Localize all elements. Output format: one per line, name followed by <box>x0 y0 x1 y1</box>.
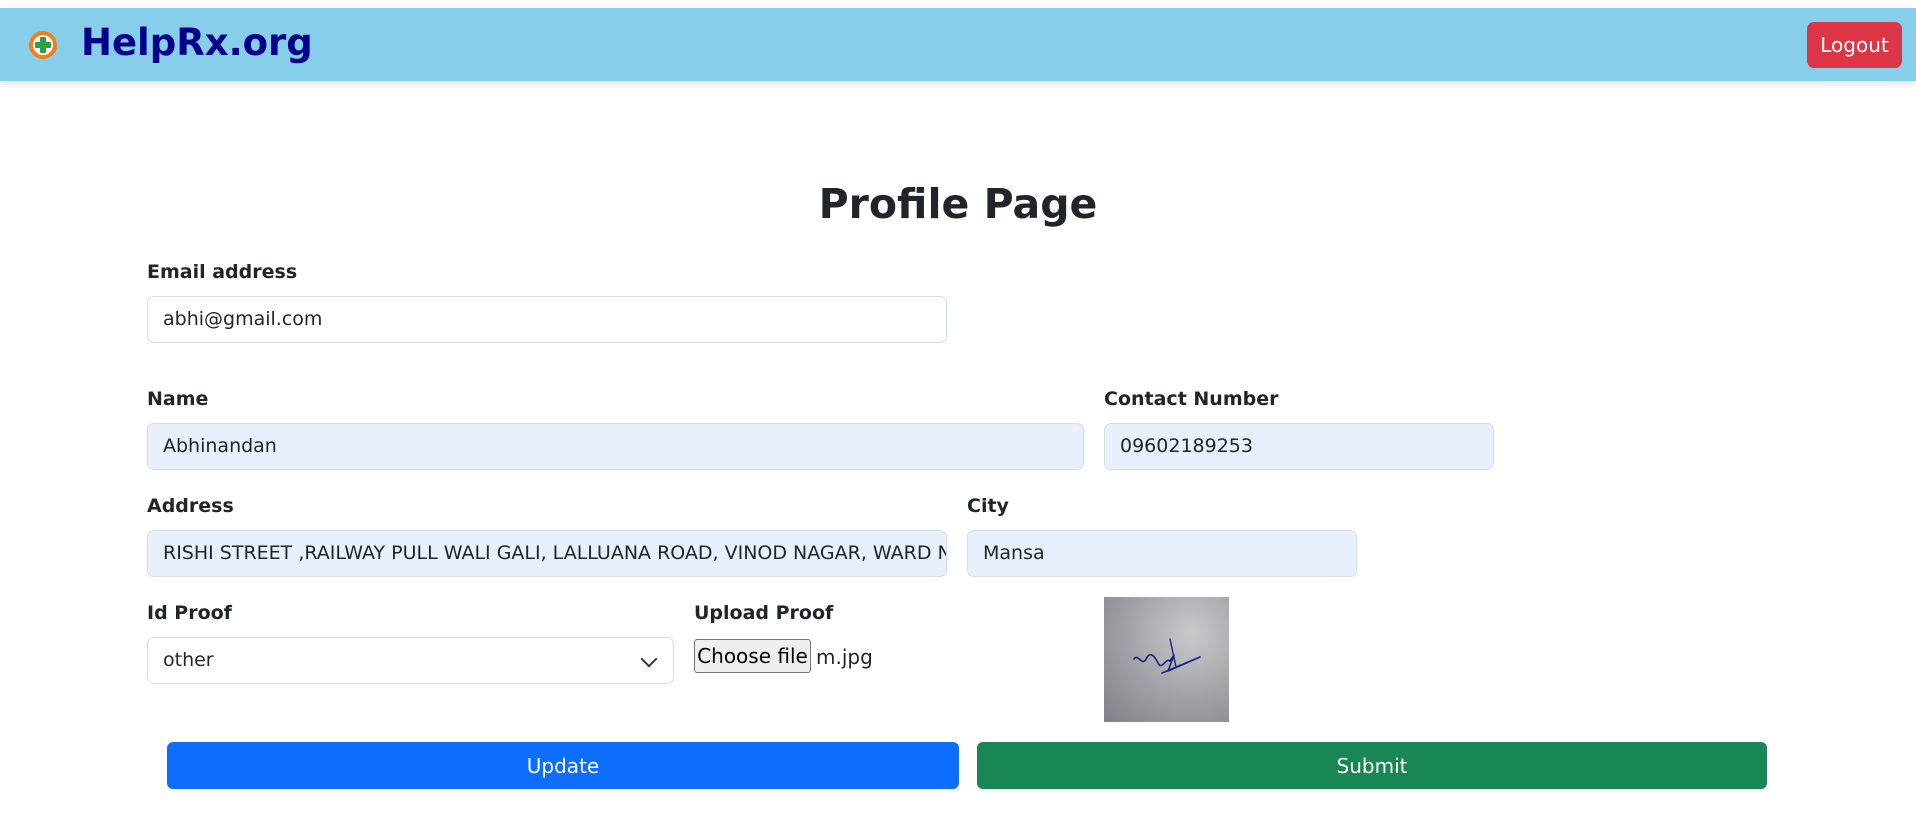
id-proof-select[interactable]: other <box>147 637 674 684</box>
submit-button[interactable]: Submit <box>977 742 1767 789</box>
email-label: Email address <box>147 261 298 283</box>
signature-drawing <box>1133 638 1201 674</box>
contact-number-label: Contact Number <box>1104 388 1279 410</box>
id-proof-label: Id Proof <box>147 602 232 624</box>
address-label: Address <box>147 495 234 517</box>
uploaded-file-name: m.jpg <box>816 645 873 669</box>
city-label: City <box>967 495 1009 517</box>
brand-title[interactable]: HelpRx.org <box>81 20 313 66</box>
page-title: Profile Page <box>818 180 1098 228</box>
address-field[interactable]: RISHI STREET ,RAILWAY PULL WALI GALI, LA… <box>147 530 947 577</box>
proof-image-preview <box>1104 597 1229 722</box>
city-field[interactable]: Mansa <box>967 530 1357 577</box>
top-navbar: HelpRx.org Logout <box>0 8 1916 81</box>
name-field[interactable]: Abhinandan <box>147 423 1084 470</box>
upload-proof-label: Upload Proof <box>694 602 834 624</box>
medical-cross-icon <box>29 31 57 59</box>
logout-button[interactable]: Logout <box>1807 22 1902 68</box>
chevron-down-icon <box>640 650 658 668</box>
id-proof-selected-value: other <box>163 649 214 671</box>
choose-file-button[interactable]: Choose file <box>694 639 811 673</box>
email-field[interactable]: abhi@gmail.com <box>147 296 947 343</box>
name-label: Name <box>147 388 209 410</box>
contact-number-field[interactable]: 09602189253 <box>1104 423 1494 470</box>
update-button[interactable]: Update <box>167 742 959 789</box>
